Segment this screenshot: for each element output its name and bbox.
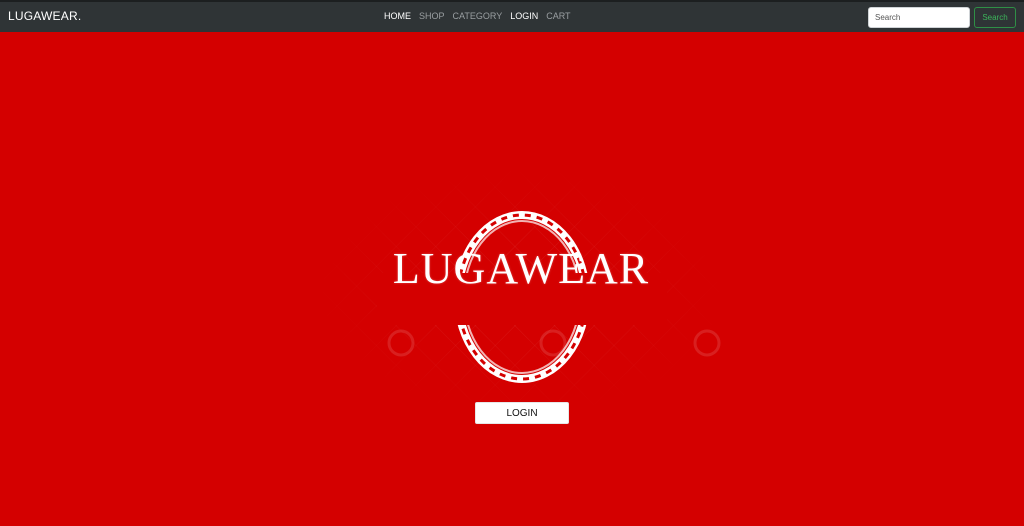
brand-logo-link[interactable]: LUGAWEAR. xyxy=(8,9,81,23)
nav-cart[interactable]: CART xyxy=(546,11,570,21)
search-button[interactable]: Search xyxy=(974,7,1016,28)
hero-logo-text: LUGAWEAR xyxy=(392,244,650,293)
search-input[interactable] xyxy=(868,7,970,28)
hero-section: LUGAWEAR LOGIN xyxy=(0,32,1024,526)
nav-home[interactable]: HOME xyxy=(384,11,411,21)
nav-category[interactable]: CATEGORY xyxy=(453,11,503,21)
login-button[interactable]: LOGIN xyxy=(475,402,569,424)
nav-login[interactable]: LOGIN xyxy=(510,11,538,21)
top-navbar: LUGAWEAR. HOME SHOP CATEGORY LOGIN CART … xyxy=(0,0,1024,32)
nav-shop[interactable]: SHOP xyxy=(419,11,445,21)
main-nav: HOME SHOP CATEGORY LOGIN CART xyxy=(384,11,571,21)
hero-logo: LUGAWEAR xyxy=(317,167,725,417)
